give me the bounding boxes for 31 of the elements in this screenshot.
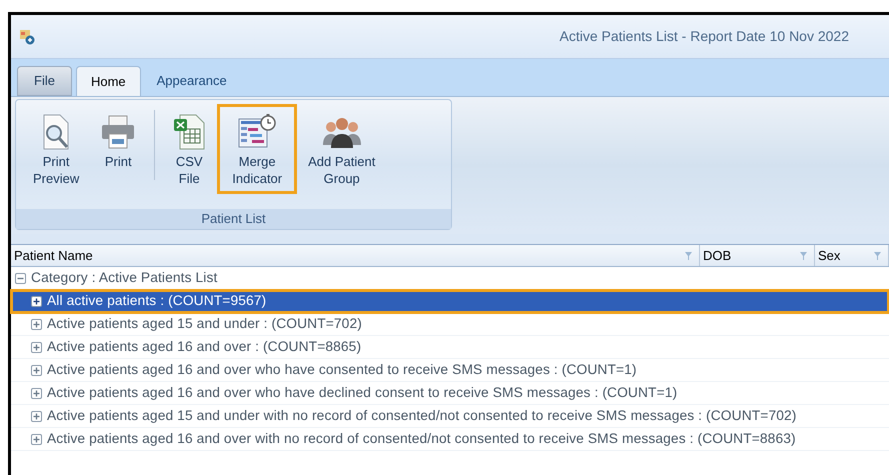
tree-row[interactable]: Active patients aged 15 and under with no record of consented/not consented to receive SMS messages : (COUNT=702) — [11, 405, 889, 428]
expand-icon[interactable] — [31, 388, 42, 398]
ribbon-tab[interactable]: Appearance — [142, 66, 241, 96]
expand-icon[interactable] — [31, 318, 42, 330]
expand-icon[interactable] — [31, 364, 42, 376]
ribbon-tab[interactable]: Home — [76, 66, 141, 96]
column-header[interactable]: DOB — [703, 246, 798, 266]
window-title: Active Patients List - Report Date 10 Nov 2022 — [560, 27, 849, 46]
tree-row[interactable]: Active patients aged 16 and over : (COUNT=8865) — [11, 336, 889, 359]
people-group-icon — [322, 115, 362, 149]
column-header[interactable]: Patient Name — [14, 246, 683, 266]
app-icon — [19, 28, 35, 44]
expand-icon[interactable] — [31, 410, 42, 422]
spreadsheet-icon — [172, 113, 206, 151]
collapse-icon[interactable] — [15, 272, 26, 284]
expand-icon[interactable] — [31, 296, 42, 306]
tree-row[interactable]: Active patients aged 16 and over with no record of consented/not consented to receive SMS messages : (COUNT=8863) — [11, 428, 889, 451]
ribbon-tab[interactable]: File — [17, 66, 72, 96]
group-label: Patient List — [16, 209, 451, 229]
expand-icon[interactable] — [31, 342, 42, 352]
tree-row[interactable]: All active patients : (COUNT=9567) — [11, 290, 889, 313]
expand-icon[interactable] — [31, 434, 42, 444]
column-header[interactable]: Sex — [818, 246, 872, 266]
ribbon-button[interactable]: CSV File — [163, 104, 216, 194]
ribbon-button[interactable]: Print Preview — [24, 104, 88, 194]
tree-row[interactable]: Active patients aged 16 and over who have consented to receive SMS messages : (COUNT=1) — [11, 359, 889, 382]
tree-row[interactable]: Active patients aged 16 and over who have declined consent to receive SMS messages : (COUNT=1) — [11, 382, 889, 405]
tree-row[interactable]: Active patients aged 15 and under : (COUNT=702) — [11, 313, 889, 336]
ribbon-button[interactable]: Print — [90, 104, 146, 177]
ribbon-button[interactable]: Merge Indicator — [217, 104, 298, 194]
ribbon-button[interactable]: Add Patient Group — [299, 104, 384, 194]
